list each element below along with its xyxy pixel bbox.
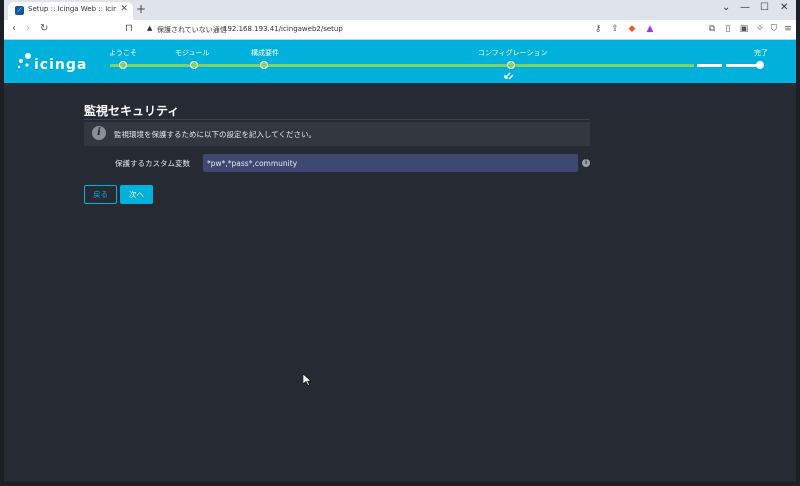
address-bar[interactable]: 192.168.193.41/icingaweb2/setup [223, 25, 343, 33]
back-button[interactable]: 戻る [84, 185, 117, 204]
icinga-favicon-icon: ⟋ [15, 6, 24, 15]
title-divider [84, 119, 590, 120]
close-window-button[interactable]: ✕ [780, 2, 788, 13]
tab-close-icon[interactable]: ✕ [120, 4, 128, 14]
maximize-button[interactable]: ☐ [760, 2, 769, 13]
next-button[interactable]: 次へ [120, 185, 153, 204]
reload-icon[interactable]: ↻ [40, 23, 48, 34]
info-box: i 監視環境を保護するために以下の設定を記入してください。 [84, 122, 590, 146]
leo-ai-icon[interactable]: ✧ [754, 23, 766, 35]
step-dot-requirements [260, 61, 268, 69]
step-label-configuration: コンフィグレーション [478, 49, 548, 57]
tab-strip: ⟋ Setup :: Icinga Web :: Icinga We ✕ + ⌄… [4, 0, 796, 20]
brave-shield-icon[interactable]: ◆ [626, 23, 638, 35]
key-icon[interactable]: ⚷ [592, 23, 604, 35]
forward-arrow-icon[interactable]: › [26, 23, 30, 34]
icinga-logo-icon [17, 53, 31, 69]
tab-search-icon[interactable]: ⌄ [722, 2, 730, 13]
browser-window: ⟋ Setup :: Icinga Web :: Icinga We ✕ + ⌄… [4, 0, 796, 482]
extensions-icon[interactable]: ⧉ [706, 23, 718, 35]
warning-triangle-icon[interactable]: ▲ [147, 24, 152, 32]
icinga-logo-text: icinga [34, 57, 88, 73]
info-icon: i [92, 126, 106, 140]
mouse-cursor-icon [303, 374, 312, 386]
current-step-arrow-icon [504, 72, 514, 80]
help-info-icon[interactable]: i [582, 159, 590, 167]
step-dot-finish [756, 61, 764, 69]
info-text: 監視環境を保護するために以下の設定を記入してください。 [114, 130, 317, 139]
browser-toolbar: ‹ › ↻ ⊓ ▲ 保護されていない通信 192.168.193.41/icin… [4, 20, 796, 40]
step-label-welcome: ようこそ [109, 49, 137, 57]
back-arrow-icon[interactable]: ‹ [12, 23, 16, 34]
page-title: 監視セキュリティ [84, 104, 180, 118]
rewards-triangle-icon[interactable]: ▲ [644, 23, 656, 35]
setup-header: icinga ようこそ モジュール 構成要件 コンフィグレーション 完了 [4, 40, 796, 83]
step-label-modules: モジュール [175, 49, 210, 57]
progress-segment-pending-2 [726, 64, 760, 67]
step-label-requirements: 構成要件 [251, 49, 279, 57]
tab-title: Setup :: Icinga Web :: Icinga We [28, 5, 116, 13]
menu-icon[interactable]: ≡ [782, 23, 794, 35]
bookmark-icon[interactable]: ⊓ [125, 23, 133, 34]
step-label-finish: 完了 [754, 49, 768, 57]
security-warning[interactable]: 保護されていない通信 [157, 25, 227, 35]
wallet-icon[interactable]: ▣ [738, 23, 750, 35]
browser-tab[interactable]: ⟋ Setup :: Icinga Web :: Icinga We ✕ [8, 2, 133, 20]
sidebar-icon[interactable]: ▯ [722, 23, 734, 35]
step-dot-modules [190, 61, 198, 69]
progress-segment-pending-1 [697, 64, 722, 67]
new-tab-button[interactable]: + [136, 2, 146, 16]
minimize-button[interactable]: — [740, 2, 750, 13]
progress-segment-configuration [266, 64, 694, 67]
vpn-shield-icon[interactable]: ⛉ [768, 23, 780, 35]
progress-segment-modules [192, 64, 264, 67]
share-icon[interactable]: ⇧ [609, 23, 621, 35]
protected-vars-label: 保護するカスタム変数 [115, 159, 190, 168]
step-dot-welcome [119, 61, 127, 69]
step-dot-configuration [507, 61, 515, 69]
protected-vars-input[interactable] [203, 154, 578, 172]
